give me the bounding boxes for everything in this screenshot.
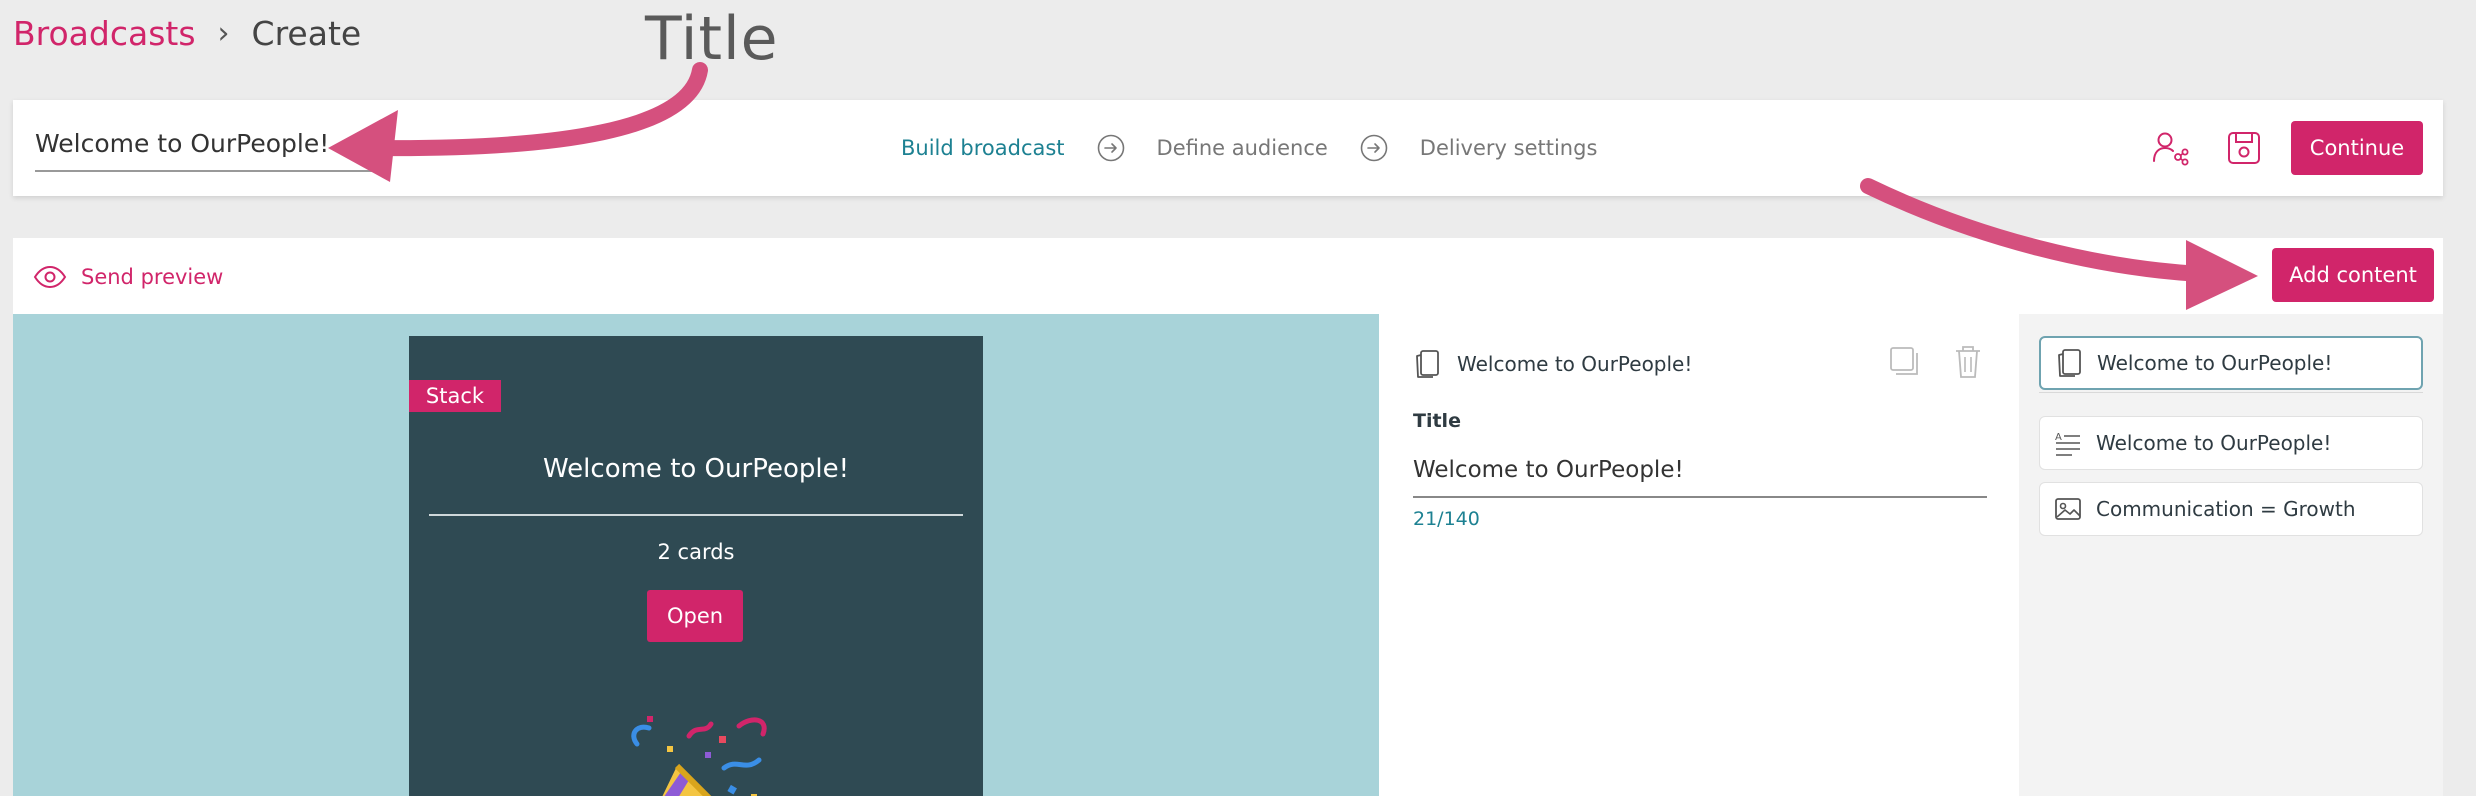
- annotation-arrows: [328, 62, 2258, 310]
